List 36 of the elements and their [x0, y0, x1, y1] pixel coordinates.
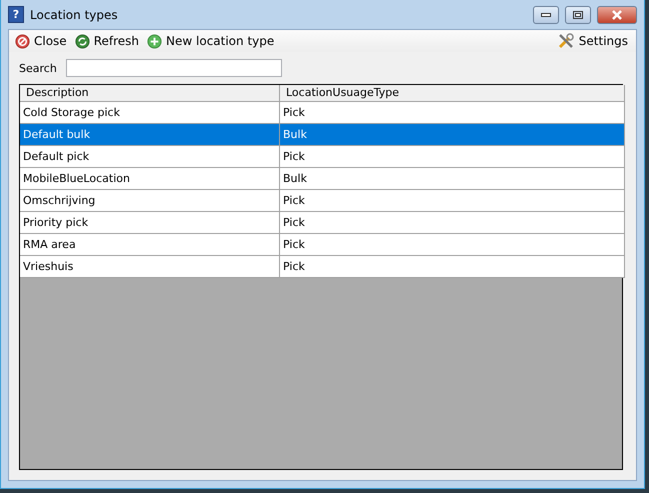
- table-cell[interactable]: Vrieshuis: [20, 256, 280, 278]
- toolbar-button[interactable]: Refresh: [74, 34, 140, 48]
- close-button[interactable]: [597, 6, 637, 24]
- table-cell[interactable]: Cold Storage pick: [20, 102, 280, 124]
- table-cell[interactable]: Default bulk: [20, 124, 280, 146]
- table-cell[interactable]: Pick: [280, 256, 625, 278]
- table-cell[interactable]: Pick: [280, 212, 625, 234]
- table-cell[interactable]: Bulk: [280, 168, 625, 190]
- search-field[interactable]: [66, 59, 282, 77]
- table-cell[interactable]: Omschrijving: [20, 190, 280, 212]
- minimize-icon: [541, 12, 551, 16]
- window-title: Location types: [30, 8, 119, 22]
- toolbar-button[interactable]: New location type: [147, 34, 274, 48]
- settings-button[interactable]: Settings: [556, 32, 628, 50]
- refresh-icon: [74, 34, 90, 48]
- close-icon: [611, 10, 623, 20]
- table-cell[interactable]: Pick: [280, 190, 625, 212]
- column-header[interactable]: Description: [20, 85, 280, 102]
- toolbar-button[interactable]: Close: [15, 34, 67, 48]
- table-cell[interactable]: Bulk: [280, 124, 625, 146]
- table-cell[interactable]: Pick: [280, 146, 625, 168]
- minimize-button[interactable]: [533, 6, 559, 24]
- column-header[interactable]: LocationUsuageType: [280, 85, 625, 102]
- table-cell[interactable]: Priority pick: [20, 212, 280, 234]
- table-cell[interactable]: Default pick: [20, 146, 280, 168]
- maximize-icon: [573, 10, 583, 18]
- plus-icon: [147, 34, 162, 48]
- maximize-button[interactable]: [565, 6, 591, 24]
- no-entry-icon: [15, 34, 30, 48]
- table-cell[interactable]: MobileBlueLocation: [20, 168, 280, 190]
- table-cell[interactable]: Pick: [280, 102, 625, 124]
- search-label: Search: [19, 62, 57, 74]
- tools-icon: [556, 32, 575, 50]
- table-cell[interactable]: Pick: [280, 234, 625, 256]
- table-cell[interactable]: RMA area: [20, 234, 280, 256]
- window-icon: ?: [8, 6, 24, 23]
